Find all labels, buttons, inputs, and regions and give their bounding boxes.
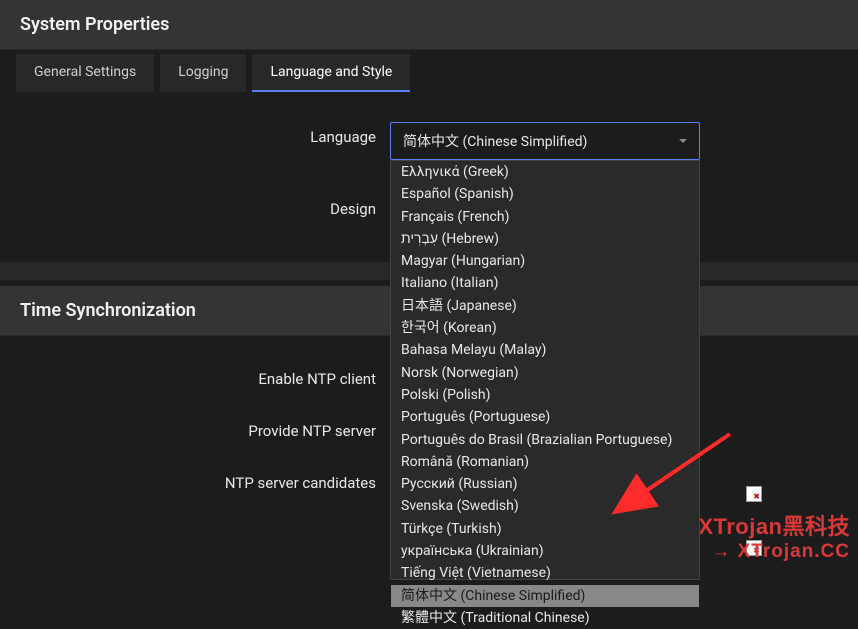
dropdown-item[interactable]: עִבְרִית (Hebrew) xyxy=(391,228,699,250)
tab-language-and-style[interactable]: Language and Style xyxy=(252,54,410,92)
dropdown-item[interactable]: Norsk (Norwegian) xyxy=(391,362,699,384)
label-enable-ntp-client: Enable NTP client xyxy=(28,364,390,388)
dropdown-item[interactable]: Polski (Polish) xyxy=(391,384,699,406)
dropdown-item[interactable]: Bahasa Melayu (Malay) xyxy=(391,339,699,361)
dropdown-item[interactable]: 日本語 (Japanese) xyxy=(391,295,699,317)
tab-general-settings[interactable]: General Settings xyxy=(16,54,154,92)
dropdown-item[interactable]: Magyar (Hungarian) xyxy=(391,250,699,272)
dropdown-item[interactable]: Italiano (Italian) xyxy=(391,272,699,294)
section-header-system-properties: System Properties xyxy=(0,0,858,50)
dropdown-item[interactable]: Português do Brasil (Brazialian Portugue… xyxy=(391,429,699,451)
dropdown-item[interactable]: Română (Romanian) xyxy=(391,451,699,473)
dropdown-item[interactable]: Svenska (Swedish) xyxy=(391,495,699,517)
dropdown-item[interactable]: Русский (Russian) xyxy=(391,473,699,495)
select-language[interactable]: 简体中文 (Chinese Simplified) xyxy=(390,122,700,160)
label-ntp-server-candidates: NTP server candidates xyxy=(28,468,390,492)
dropdown-item[interactable]: Tiếng Việt (Vietnamese) xyxy=(391,562,699,584)
dropdown-item[interactable]: Español (Spanish) xyxy=(391,183,699,205)
dropdown-item[interactable]: Ελληνικά (Greek) xyxy=(391,161,699,183)
chevron-down-icon xyxy=(679,139,687,143)
select-language-value: 简体中文 (Chinese Simplified) xyxy=(403,131,587,151)
tab-logging[interactable]: Logging xyxy=(160,54,246,92)
dropdown-item[interactable]: 한국어 (Korean) xyxy=(391,317,699,339)
dropdown-item[interactable]: українська (Ukrainian) xyxy=(391,540,699,562)
tabs-bar: General Settings Logging Language and St… xyxy=(0,54,858,92)
dropdown-item[interactable]: Português (Portuguese) xyxy=(391,406,699,428)
label-language: Language xyxy=(28,122,390,146)
broken-image-icon xyxy=(746,540,762,556)
dropdown-item[interactable]: 繁體中文 (Traditional Chinese) xyxy=(391,607,699,629)
dropdown-item[interactable]: Türkçe (Turkish) xyxy=(391,518,699,540)
dropdown-item[interactable]: 简体中文 (Chinese Simplified) xyxy=(391,585,699,607)
dropdown-language[interactable]: Ελληνικά (Greek)Español (Spanish)Françai… xyxy=(390,160,700,580)
label-design: Design xyxy=(28,194,390,218)
watermark-line2: → XTrojan.CC xyxy=(698,541,850,563)
form-area-language-style: Language 简体中文 (Chinese Simplified) Ελλην… xyxy=(0,92,858,262)
dropdown-item[interactable]: Français (French) xyxy=(391,206,699,228)
broken-image-icon xyxy=(746,486,762,502)
label-provide-ntp-server: Provide NTP server xyxy=(28,416,390,440)
